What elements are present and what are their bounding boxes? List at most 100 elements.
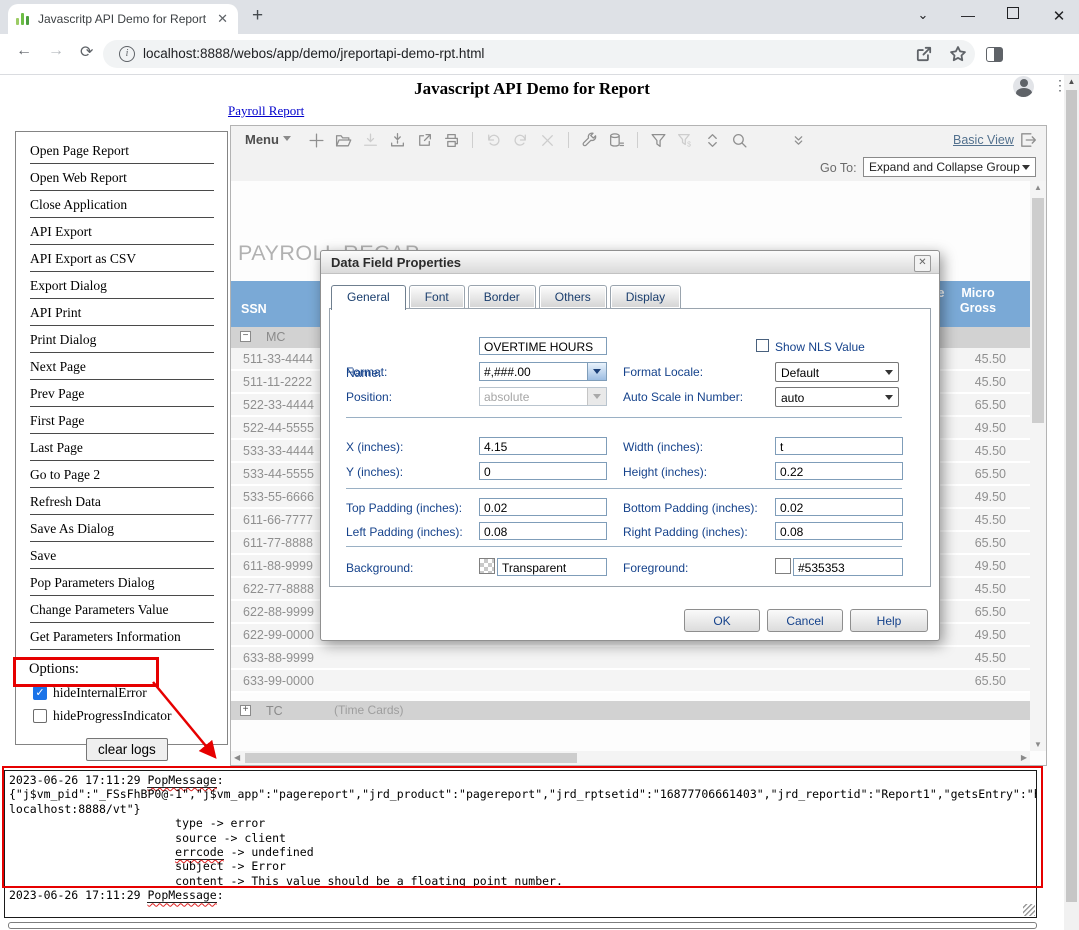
name-field[interactable]: OVERTIME HOURS bbox=[479, 337, 607, 355]
log-output[interactable]: 2023-06-26 17:11:29 PopMessage:{"j$vm_pi… bbox=[4, 770, 1037, 918]
open-icon[interactable] bbox=[330, 131, 357, 149]
window-minimize-button[interactable]: — bbox=[958, 7, 978, 23]
dialog-close-icon[interactable]: ✕ bbox=[914, 255, 931, 272]
ssn-cell: 533-55-6666 bbox=[243, 490, 314, 504]
window-maximize-button[interactable] bbox=[1003, 7, 1023, 22]
scroll-up-icon[interactable]: ▲ bbox=[1030, 183, 1046, 192]
collapsed-log-bar[interactable] bbox=[8, 922, 1037, 929]
export-icon[interactable] bbox=[411, 131, 438, 149]
scrollbar-thumb[interactable] bbox=[1066, 90, 1077, 902]
scroll-left-icon[interactable]: ◀ bbox=[234, 753, 240, 762]
y-field[interactable]: 0 bbox=[479, 462, 607, 480]
search-icon[interactable] bbox=[726, 131, 753, 149]
foreground-field[interactable]: #535353 bbox=[793, 558, 903, 576]
data-source-icon[interactable] bbox=[603, 131, 630, 149]
site-info-icon[interactable]: i bbox=[119, 46, 135, 62]
tab-general[interactable]: General bbox=[331, 285, 406, 310]
bottom-padding-field[interactable]: 0.02 bbox=[775, 498, 903, 516]
sidebar-item-change-parameters-value[interactable]: Change Parameters Value bbox=[30, 596, 214, 623]
scroll-right-icon[interactable]: ▶ bbox=[1021, 753, 1027, 762]
menu-dropdown-button[interactable]: Menu bbox=[245, 132, 291, 147]
sidebar-item-close-application[interactable]: Close Application bbox=[30, 191, 214, 218]
url-text[interactable]: localhost:8888/webos/app/demo/jreportapi… bbox=[143, 46, 484, 61]
background-swatch[interactable] bbox=[479, 558, 495, 574]
resize-grip[interactable] bbox=[1023, 904, 1035, 916]
format-combo[interactable]: #,###.00 bbox=[479, 362, 607, 381]
payroll-report-link[interactable]: Payroll Report bbox=[228, 103, 304, 119]
sidebar-item-get-parameters-information[interactable]: Get Parameters Information bbox=[30, 623, 214, 650]
help-button[interactable]: Help bbox=[850, 609, 928, 632]
sidebar-item-api-export-as-csv[interactable]: API Export as CSV bbox=[30, 245, 214, 272]
reload-icon[interactable]: ⟳ bbox=[80, 42, 93, 62]
tab-close-icon[interactable]: ✕ bbox=[215, 11, 230, 27]
chevron-down-icon[interactable] bbox=[587, 363, 606, 380]
sidebar-item-api-export[interactable]: API Export bbox=[30, 218, 214, 245]
sidebar-item-open-web-report[interactable]: Open Web Report bbox=[30, 164, 214, 191]
scrollbar-thumb[interactable] bbox=[1032, 198, 1044, 423]
scroll-down-icon[interactable]: ▼ bbox=[1030, 740, 1046, 749]
switch-view-icon[interactable] bbox=[1019, 131, 1037, 154]
share-icon[interactable] bbox=[915, 45, 933, 68]
auto-scale-select[interactable]: auto bbox=[775, 387, 899, 407]
foreground-swatch[interactable] bbox=[775, 558, 791, 574]
sort-icon[interactable] bbox=[699, 131, 726, 149]
filter-icon[interactable] bbox=[645, 131, 672, 149]
sidebar-item-pop-parameters-dialog[interactable]: Pop Parameters Dialog bbox=[30, 569, 214, 596]
right-padding-field[interactable]: 0.08 bbox=[775, 522, 903, 540]
viewer-vertical-scrollbar[interactable]: ▲ ▼ bbox=[1030, 181, 1046, 751]
sidebar-item-print-dialog[interactable]: Print Dialog bbox=[30, 326, 214, 353]
sidebar-item-export-dialog[interactable]: Export Dialog bbox=[30, 272, 214, 299]
sidebar-item-prev-page[interactable]: Prev Page bbox=[30, 380, 214, 407]
scrollbar-thumb[interactable] bbox=[245, 753, 577, 763]
tools-icon[interactable] bbox=[576, 131, 603, 149]
sidebar-item-save[interactable]: Save bbox=[30, 542, 214, 569]
background-field[interactable]: Transparent bbox=[497, 558, 607, 576]
dialog-title-bar[interactable]: Data Field Properties ✕ bbox=[321, 251, 939, 274]
cancel-button[interactable]: Cancel bbox=[767, 609, 843, 632]
new-tab-button[interactable]: + bbox=[252, 5, 263, 27]
sidebar-item-last-page[interactable]: Last Page bbox=[30, 434, 214, 461]
forward-icon[interactable]: → bbox=[48, 42, 64, 60]
basic-view-link[interactable]: Basic View bbox=[953, 133, 1014, 147]
address-bar[interactable]: i localhost:8888/webos/app/demo/jreporta… bbox=[103, 40, 975, 68]
side-panel-icon[interactable] bbox=[986, 47, 1003, 62]
sidebar-item-first-page[interactable]: First Page bbox=[30, 407, 214, 434]
collapse-group-icon[interactable]: − bbox=[240, 331, 251, 342]
sidebar-item-open-page-report[interactable]: Open Page Report bbox=[30, 137, 214, 164]
browser-tab[interactable]: Javascritp API Demo for Report ✕ bbox=[8, 4, 238, 34]
bookmark-star-icon[interactable] bbox=[949, 45, 967, 68]
tab-others[interactable]: Others bbox=[539, 285, 607, 308]
save-as-icon[interactable] bbox=[384, 131, 411, 149]
sidebar-item-refresh-data[interactable]: Refresh Data bbox=[30, 488, 214, 515]
back-icon[interactable]: ← bbox=[16, 42, 32, 60]
sidebar-item-save-as-dialog[interactable]: Save As Dialog bbox=[30, 515, 214, 542]
ok-button[interactable]: OK bbox=[684, 609, 760, 632]
sidebar-item-api-print[interactable]: API Print bbox=[30, 299, 214, 326]
show-nls-checkbox[interactable] bbox=[756, 339, 769, 352]
scroll-up-icon[interactable]: ▲ bbox=[1064, 77, 1079, 86]
more-chevrons-icon[interactable] bbox=[785, 131, 812, 149]
viewer-horizontal-scrollbar[interactable]: ◀ ▶ bbox=[231, 751, 1030, 765]
x-field[interactable]: 4.15 bbox=[479, 437, 607, 455]
clear-logs-button[interactable]: clear logs bbox=[86, 738, 168, 761]
hideProgressIndicator-checkbox[interactable] bbox=[33, 709, 47, 723]
top-padding-field[interactable]: 0.02 bbox=[479, 498, 607, 516]
goto-select[interactable]: Expand and Collapse Group bbox=[863, 157, 1036, 177]
sidebar-item-go-to-page-2[interactable]: Go to Page 2 bbox=[30, 461, 214, 488]
tab-display[interactable]: Display bbox=[610, 285, 681, 308]
window-close-button[interactable]: ✕ bbox=[1049, 7, 1069, 25]
sidebar-item-next-page[interactable]: Next Page bbox=[30, 353, 214, 380]
format-locale-select[interactable]: Default bbox=[775, 362, 899, 382]
hideInternalError-checkbox[interactable]: ✓ bbox=[33, 686, 47, 700]
width-field[interactable]: t bbox=[775, 437, 903, 455]
tab-border[interactable]: Border bbox=[468, 285, 536, 308]
page-scrollbar[interactable]: ▲ bbox=[1064, 75, 1079, 930]
tab-search-icon[interactable]: ⌄ bbox=[913, 7, 933, 23]
left-padding-field[interactable]: 0.08 bbox=[479, 522, 607, 540]
chevron-down-icon bbox=[1022, 165, 1030, 174]
height-field[interactable]: 0.22 bbox=[775, 462, 903, 480]
tab-font[interactable]: Font bbox=[409, 285, 465, 308]
print-icon[interactable] bbox=[438, 131, 465, 149]
expand-group-icon[interactable]: + bbox=[240, 705, 251, 716]
new-report-icon[interactable] bbox=[303, 131, 330, 149]
